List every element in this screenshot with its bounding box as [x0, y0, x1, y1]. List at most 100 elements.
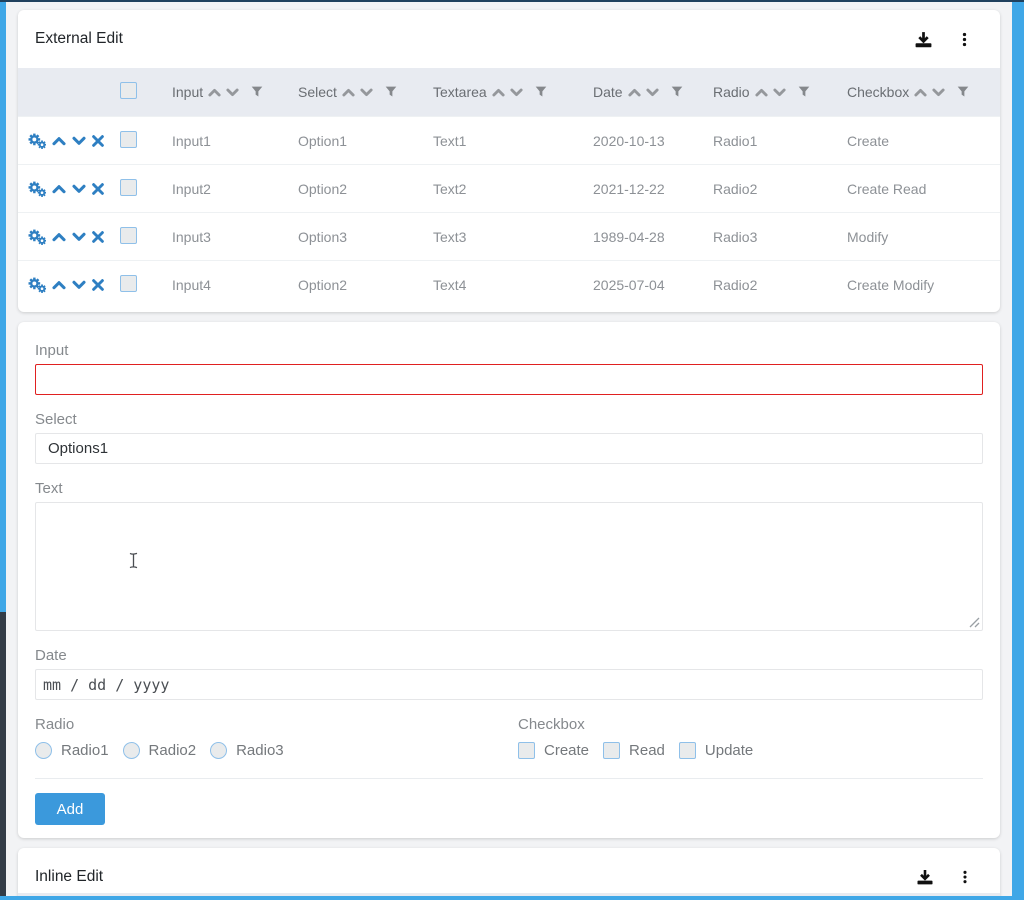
filter-icon[interactable]: [385, 86, 397, 98]
text-area-field[interactable]: [35, 502, 983, 631]
checkbox-icon[interactable]: [603, 742, 620, 759]
input-field[interactable]: [35, 364, 983, 395]
radio-group: Radio Radio1 Radio2 Radio3: [35, 716, 518, 759]
sort-up-icon[interactable]: [492, 88, 505, 97]
download-icon[interactable]: [916, 868, 934, 886]
filter-icon[interactable]: [535, 86, 547, 98]
column-header-checkbox[interactable]: Checkbox: [837, 84, 1000, 100]
radio-checkbox-row: Radio Radio1 Radio2 Radio3: [35, 716, 983, 759]
column-label: Select: [298, 84, 337, 100]
form-footer: Add: [18, 779, 1000, 839]
filter-icon[interactable]: [798, 86, 810, 98]
column-label: Date: [593, 84, 623, 100]
table-row: Input2 Option2 Text2 2021-12-22 Radio2 C…: [18, 164, 1000, 212]
sort-down-icon[interactable]: [932, 88, 945, 97]
checkbox-option-create[interactable]: Create: [518, 742, 589, 759]
move-up-icon[interactable]: [52, 136, 66, 146]
card-title: External Edit: [35, 30, 123, 48]
filter-icon[interactable]: [957, 86, 969, 98]
column-header-input[interactable]: Input: [162, 84, 288, 100]
input-label: Input: [35, 342, 983, 359]
card-toolbar: [916, 868, 972, 886]
card-header: External Edit: [18, 10, 1000, 68]
sort-up-icon[interactable]: [208, 88, 221, 97]
vertical-scrollbar[interactable]: [1012, 0, 1024, 900]
delete-x-icon[interactable]: [92, 135, 104, 147]
row-checkbox[interactable]: [120, 179, 137, 196]
radio-option-label: Radio2: [149, 742, 197, 759]
move-down-icon[interactable]: [72, 232, 86, 242]
date-field-group: Date: [35, 647, 983, 700]
left-scrollbar-track[interactable]: [0, 0, 6, 900]
column-label: Radio: [713, 84, 750, 100]
move-up-icon[interactable]: [52, 232, 66, 242]
filter-icon[interactable]: [251, 86, 263, 98]
card-toolbar: [914, 30, 972, 49]
select-input[interactable]: Options1: [35, 433, 983, 464]
radio-button-icon[interactable]: [123, 742, 140, 759]
sort-up-icon[interactable]: [628, 88, 641, 97]
move-up-icon[interactable]: [52, 184, 66, 194]
column-label: Input: [172, 84, 203, 100]
radio-option-radio2[interactable]: Radio2: [123, 742, 197, 759]
table-row: Input1 Option1 Text1 2020-10-13 Radio1 C…: [18, 116, 1000, 164]
column-header-textarea[interactable]: Textarea: [423, 84, 583, 100]
checkbox-option-label: Update: [705, 742, 753, 759]
radio-button-icon[interactable]: [35, 742, 52, 759]
cell-date: 2020-10-13: [583, 133, 703, 149]
row-checkbox[interactable]: [120, 275, 137, 292]
select-all-checkbox[interactable]: [120, 82, 137, 99]
delete-x-icon[interactable]: [92, 231, 104, 243]
move-down-icon[interactable]: [72, 280, 86, 290]
cell-textarea: Text2: [423, 181, 583, 197]
settings-cogs-icon[interactable]: [28, 181, 46, 197]
sort-up-icon[interactable]: [755, 88, 768, 97]
cell-checkbox: Create Read: [837, 181, 1000, 197]
delete-x-icon[interactable]: [92, 279, 104, 291]
move-down-icon[interactable]: [72, 136, 86, 146]
kebab-menu-icon[interactable]: [958, 869, 972, 885]
sort-down-icon[interactable]: [510, 88, 523, 97]
checkbox-option-label: Read: [629, 742, 665, 759]
column-header-radio[interactable]: Radio: [703, 84, 837, 100]
cell-select: Option2: [288, 277, 423, 293]
filter-icon[interactable]: [671, 86, 683, 98]
checkbox-icon[interactable]: [679, 742, 696, 759]
sort-down-icon[interactable]: [360, 88, 373, 97]
input-field-group: Input: [35, 342, 983, 395]
add-button[interactable]: Add: [35, 793, 105, 825]
settings-cogs-icon[interactable]: [28, 277, 46, 293]
cell-date: 2021-12-22: [583, 181, 703, 197]
column-header-date[interactable]: Date: [583, 84, 703, 100]
data-table: Input Select Textarea Date: [18, 68, 1000, 308]
sort-down-icon[interactable]: [773, 88, 786, 97]
kebab-menu-icon[interactable]: [957, 31, 972, 48]
move-down-icon[interactable]: [72, 184, 86, 194]
resize-grip-icon[interactable]: [968, 616, 980, 628]
row-checkbox[interactable]: [120, 227, 137, 244]
cell-select: Option1: [288, 133, 423, 149]
radio-button-icon[interactable]: [210, 742, 227, 759]
sort-up-icon[interactable]: [914, 88, 927, 97]
left-scrollbar-thumb[interactable]: [0, 0, 6, 612]
checkbox-option-read[interactable]: Read: [603, 742, 665, 759]
cell-radio: Radio1: [703, 133, 837, 149]
sort-down-icon[interactable]: [646, 88, 659, 97]
download-icon[interactable]: [914, 30, 933, 49]
sort-up-icon[interactable]: [342, 88, 355, 97]
card-header: Inline Edit: [18, 848, 1000, 894]
date-field[interactable]: [35, 669, 983, 700]
delete-x-icon[interactable]: [92, 183, 104, 195]
row-checkbox[interactable]: [120, 131, 137, 148]
radio-option-radio3[interactable]: Radio3: [210, 742, 284, 759]
move-up-icon[interactable]: [52, 280, 66, 290]
cell-radio: Radio2: [703, 181, 837, 197]
column-header-select[interactable]: Select: [288, 84, 423, 100]
table-body: Input1 Option1 Text1 2020-10-13 Radio1 C…: [18, 116, 1000, 308]
checkbox-option-update[interactable]: Update: [679, 742, 753, 759]
settings-cogs-icon[interactable]: [28, 229, 46, 245]
sort-down-icon[interactable]: [226, 88, 239, 97]
checkbox-icon[interactable]: [518, 742, 535, 759]
settings-cogs-icon[interactable]: [28, 133, 46, 149]
radio-option-radio1[interactable]: Radio1: [35, 742, 109, 759]
